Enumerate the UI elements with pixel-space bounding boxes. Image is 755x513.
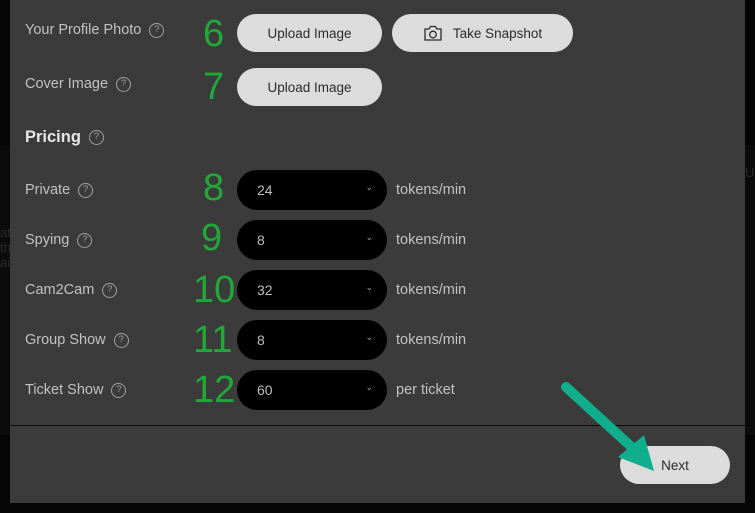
spying-price-select[interactable]: 8 ⌄ [237, 220, 387, 260]
background-left-panel [0, 145, 10, 435]
upload-cover-image-button[interactable]: Upload Image [237, 68, 382, 106]
annotation-arrow-icon [561, 382, 654, 471]
upload-label: Upload Image [267, 79, 352, 95]
chevron-down-icon: ⌄ [365, 332, 373, 342]
pricing-title: Pricing [25, 127, 81, 146]
step-number-badge: 11 [193, 319, 233, 361]
help-icon[interactable]: ? [113, 332, 129, 348]
help-icon[interactable]: ? [77, 232, 93, 248]
pricing-row-group-show: Group Show ? [25, 320, 129, 360]
take-snapshot-button[interactable]: Take Snapshot [392, 14, 573, 52]
background-right-panel [745, 145, 755, 435]
unit-label: tokens/min [396, 282, 467, 298]
select-value: 60 [257, 382, 273, 398]
unit-label: tokens/min [396, 182, 467, 198]
snapshot-label: Take Snapshot [452, 25, 543, 41]
help-icon[interactable]: ? [102, 282, 118, 298]
group-show-price-select[interactable]: 8 ⌄ [237, 320, 387, 360]
profile-photo-label: Your Profile Photo [25, 22, 142, 38]
pricing-row-spying: Spying ? [25, 220, 93, 260]
pricing-label: Group Show [25, 332, 106, 348]
chevron-down-icon: ⌄ [365, 232, 373, 242]
step-number-badge: 7 [203, 66, 225, 108]
step-number-badge: 8 [203, 167, 225, 209]
pricing-row-ticket-show: Ticket Show ? [25, 370, 127, 410]
pricing-row-private: Private ? [25, 170, 94, 210]
step-number-badge: 9 [201, 217, 223, 259]
unit-label: tokens/min [396, 332, 467, 348]
upload-profile-photo-button[interactable]: Upload Image [237, 14, 382, 52]
help-icon[interactable]: ? [116, 76, 132, 92]
chevron-down-icon: ⌄ [365, 182, 373, 192]
camera-icon [424, 25, 442, 41]
bg-fragment: US [745, 165, 755, 180]
unit-label: tokens/min [396, 232, 467, 248]
unit-label: per ticket [396, 382, 455, 398]
chevron-down-icon: ⌄ [365, 382, 373, 392]
cam2cam-price-select[interactable]: 32 ⌄ [237, 270, 387, 310]
select-value: 8 [257, 232, 265, 248]
upload-label: Upload Image [267, 25, 352, 41]
pricing-label: Ticket Show [25, 382, 104, 398]
ticket-show-price-select[interactable]: 60 ⌄ [237, 370, 387, 410]
help-icon[interactable]: ? [78, 182, 94, 198]
pricing-header: Pricing ? [25, 117, 104, 157]
step-number-badge: 6 [203, 13, 225, 55]
pricing-label: Private [25, 182, 71, 198]
pricing-label: Spying [25, 232, 70, 248]
pricing-row-cam2cam: Cam2Cam ? [25, 270, 118, 310]
step-number-badge: 10 [193, 269, 236, 311]
help-icon[interactable]: ? [149, 22, 165, 38]
select-value: 32 [257, 282, 273, 298]
setup-modal: Your Profile Photo ? 6 Upload Image Take… [10, 0, 745, 503]
profile-photo-row: Your Profile Photo ? [25, 10, 165, 50]
select-value: 8 [257, 332, 265, 348]
pricing-label: Cam2Cam [25, 282, 95, 298]
help-icon[interactable]: ? [88, 129, 104, 145]
select-value: 24 [257, 182, 273, 198]
background-text: US [745, 165, 755, 180]
private-price-select[interactable]: 24 ⌄ [237, 170, 387, 210]
help-icon[interactable]: ? [111, 382, 127, 398]
cover-image-row: Cover Image ? [25, 64, 132, 104]
chevron-down-icon: ⌄ [365, 282, 373, 292]
cover-image-label: Cover Image [25, 76, 109, 92]
step-number-badge: 12 [193, 369, 236, 411]
